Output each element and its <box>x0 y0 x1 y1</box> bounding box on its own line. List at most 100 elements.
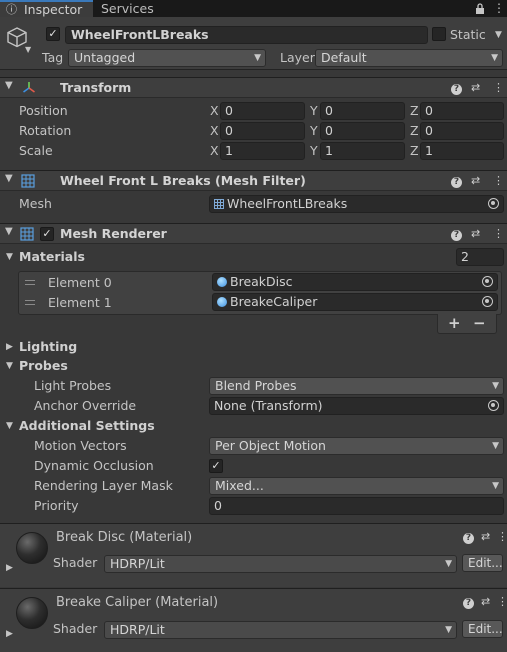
list-add-remove-bar: + − <box>437 314 497 334</box>
tab-services[interactable]: Services <box>94 0 184 17</box>
sliders-icon[interactable]: ⇄ <box>481 592 490 612</box>
materials-list: Element 0 BreakDisc Element 1 BreakeCali… <box>18 271 502 315</box>
shader-value: HDRP/Lit <box>110 622 165 637</box>
element-1-label: Element 1 <box>48 295 112 310</box>
probes-foldout-icon[interactable]: ▼ <box>6 357 13 375</box>
object-name-field[interactable]: WheelFrontLBreaks <box>65 26 428 44</box>
kebab-menu-icon[interactable]: ⋮ <box>493 171 504 191</box>
shader-value: HDRP/Lit <box>110 556 165 571</box>
tag-dropdown[interactable]: Untagged ▼ <box>68 49 266 67</box>
position-y-field[interactable]: 0 <box>320 102 405 120</box>
material-preview-sphere <box>16 532 48 564</box>
static-dropdown-arrow-icon[interactable]: ▼ <box>495 26 502 44</box>
rotation-x-field[interactable]: 0 <box>220 122 305 140</box>
sliders-icon[interactable]: ⇄ <box>471 171 480 191</box>
scale-label: Scale <box>19 143 53 158</box>
motion-vectors-label: Motion Vectors <box>34 438 127 453</box>
mesh-renderer-enabled-checkbox[interactable]: ✓ <box>40 227 54 241</box>
shader-dropdown[interactable]: HDRP/Lit ▼ <box>104 555 457 573</box>
motion-vectors-dropdown[interactable]: Per Object Motion ▼ <box>209 437 504 455</box>
mesh-filter-header[interactable]: ▼ Wheel Front L Breaks (Mesh Filter) ? ⇄… <box>0 170 507 191</box>
scale-z-field[interactable]: 1 <box>420 142 504 160</box>
kebab-menu-icon[interactable]: ⋮ <box>493 0 505 17</box>
chevron-down-icon: ▼ <box>445 625 452 635</box>
help-icon[interactable]: ? <box>463 592 474 612</box>
mesh-renderer-header[interactable]: ▼ ✓ Mesh Renderer ? ⇄ ⋮ <box>0 223 507 244</box>
transform-header[interactable]: ▼ Transform ? ⇄ ⋮ <box>0 77 507 98</box>
add-element-button[interactable]: + <box>448 314 461 332</box>
tab-bar: ⓘ Inspector Services ⋮ <box>0 0 507 17</box>
object-picker-icon[interactable] <box>482 276 493 287</box>
kebab-menu-icon[interactable]: ⋮ <box>497 527 507 547</box>
light-probes-value: Blend Probes <box>215 378 297 393</box>
sliders-icon[interactable]: ⇄ <box>471 78 480 98</box>
tab-inspector-label: Inspector <box>24 2 83 17</box>
tab-inspector[interactable]: ⓘ Inspector <box>0 0 93 17</box>
additional-settings-foldout-icon[interactable]: ▼ <box>6 417 13 435</box>
element-0-field[interactable]: BreakDisc <box>212 273 498 291</box>
kebab-menu-icon[interactable]: ⋮ <box>493 78 504 98</box>
foldout-arrow-icon[interactable]: ▶ <box>6 625 13 643</box>
position-z-field[interactable]: 0 <box>420 102 504 120</box>
transform-gizmo-icon <box>23 82 35 93</box>
axis-z-label: Z <box>410 123 419 138</box>
sliders-icon[interactable]: ⇄ <box>481 527 490 547</box>
chevron-down-icon[interactable]: ▼ <box>25 45 31 54</box>
mesh-label: Mesh <box>19 196 52 211</box>
scale-y-field[interactable]: 1 <box>320 142 405 160</box>
help-icon[interactable]: ? <box>451 171 462 191</box>
probes-label[interactable]: Probes <box>19 357 68 375</box>
light-probes-dropdown[interactable]: Blend Probes ▼ <box>209 377 504 395</box>
tag-label: Tag <box>42 50 64 65</box>
dynamic-occlusion-checkbox[interactable]: ✓ <box>209 459 223 473</box>
shader-dropdown[interactable]: HDRP/Lit ▼ <box>104 621 457 639</box>
sliders-icon[interactable]: ⇄ <box>471 224 480 244</box>
edit-shader-button[interactable]: Edit... <box>462 620 503 638</box>
additional-settings-label[interactable]: Additional Settings <box>19 417 155 435</box>
drag-handle-icon[interactable] <box>25 300 35 305</box>
lighting-label[interactable]: Lighting <box>19 338 77 356</box>
light-probes-label: Light Probes <box>34 378 112 393</box>
lighting-foldout-icon[interactable]: ▶ <box>6 338 13 356</box>
foldout-arrow-icon[interactable]: ▼ <box>5 226 13 237</box>
priority-field[interactable]: 0 <box>209 497 504 515</box>
materials-label[interactable]: Materials <box>19 248 85 266</box>
remove-element-button[interactable]: − <box>473 314 486 332</box>
object-picker-icon[interactable] <box>488 198 499 209</box>
object-picker-icon[interactable] <box>482 296 493 307</box>
drag-handle-icon[interactable] <box>25 280 35 285</box>
edit-shader-button[interactable]: Edit... <box>462 554 503 572</box>
layer-value: Default <box>321 50 367 65</box>
rendering-layer-mask-label: Rendering Layer Mask <box>34 478 173 493</box>
help-icon[interactable]: ? <box>451 78 462 98</box>
material-icon <box>217 297 227 307</box>
object-picker-icon[interactable] <box>488 400 499 411</box>
kebab-menu-icon[interactable]: ⋮ <box>493 224 504 244</box>
rotation-z-field[interactable]: 0 <box>420 122 504 140</box>
materials-count-field[interactable]: 2 <box>456 248 504 266</box>
kebab-menu-icon[interactable]: ⋮ <box>497 592 507 612</box>
lock-icon[interactable] <box>475 0 485 17</box>
rotation-y-field[interactable]: 0 <box>320 122 405 140</box>
active-checkbox[interactable]: ✓ <box>46 27 60 41</box>
element-1-field[interactable]: BreakeCaliper <box>212 293 498 311</box>
layer-dropdown[interactable]: Default ▼ <box>315 49 503 67</box>
help-icon[interactable]: ? <box>463 527 474 547</box>
rendering-layer-mask-dropdown[interactable]: Mixed... ▼ <box>209 477 504 495</box>
axis-y-label: Y <box>310 123 318 138</box>
foldout-arrow-icon[interactable]: ▶ <box>6 559 13 577</box>
dynamic-occlusion-label: Dynamic Occlusion <box>34 458 154 473</box>
help-icon[interactable]: ? <box>451 224 462 244</box>
foldout-arrow-icon[interactable]: ▼ <box>5 173 13 184</box>
mesh-object-field[interactable]: WheelFrontLBreaks <box>209 195 504 213</box>
anchor-override-field[interactable]: None (Transform) <box>209 397 504 415</box>
materials-foldout-icon[interactable]: ▼ <box>6 248 13 266</box>
rendering-layer-mask-value: Mixed... <box>215 478 264 493</box>
axis-z-label: Z <box>410 143 419 158</box>
mesh-value: WheelFrontLBreaks <box>227 196 348 211</box>
scale-x-field[interactable]: 1 <box>220 142 305 160</box>
mesh-renderer-title: Mesh Renderer <box>60 226 167 241</box>
foldout-arrow-icon[interactable]: ▼ <box>5 80 13 91</box>
position-x-field[interactable]: 0 <box>220 102 305 120</box>
static-checkbox[interactable] <box>432 27 446 41</box>
